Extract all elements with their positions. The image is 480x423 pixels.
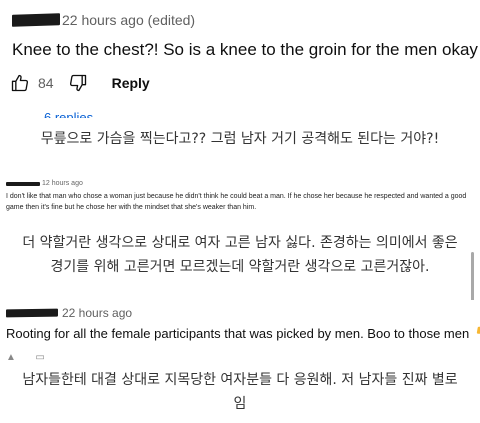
comment-text: Rooting for all the female participants …: [6, 326, 470, 341]
view-replies-link[interactable]: 6 replies: [44, 110, 93, 118]
comment-meta: 12 hours ago: [6, 180, 83, 187]
translation-1: 무릎으로 가슴을 찍는다고?? 그럼 남자 거기 공격해도 된다는 거야?!: [40, 131, 440, 147]
redacted-username: [12, 13, 60, 27]
thumbs-down-emoji-icon: [475, 325, 480, 342]
comment-meta: 22 hours ago (edited): [12, 12, 195, 28]
thumbs-down-icon[interactable]: [68, 73, 88, 93]
comment-screenshot-1: 22 hours ago (edited) Knee to the chest?…: [0, 0, 480, 118]
comment-timestamp: 12 hours ago: [42, 180, 83, 187]
translation-line: 경기를 위해 고른거면 모르겠는데 약할거란 생각으로 고른거잖아.: [50, 259, 430, 275]
translation-line: 더 약할거란 생각으로 상대로 여자 고른 남자 싫다. 존경하는 의미에서 좋…: [22, 235, 458, 251]
comment-text-row: Rooting for all the female participants …: [6, 325, 480, 342]
translation-line: 남자들한테 대결 상대로 지목당한 여자분들 다 응원해. 저 남자들 진짜 별…: [22, 372, 458, 388]
comment-meta: 22 hours ago: [6, 306, 132, 320]
translation-3: 남자들한테 대결 상대로 지목당한 여자분들 다 응원해. 저 남자들 진짜 별…: [0, 368, 480, 416]
thumbs-up-icon[interactable]: [10, 73, 30, 93]
like-count: 84: [38, 75, 54, 91]
redacted-username: [6, 181, 40, 186]
reply-button[interactable]: Reply: [112, 75, 150, 91]
translation-line: 임: [233, 396, 247, 412]
redacted-username: [6, 308, 58, 318]
comment-screenshot-2: 12 hours ago I don't like that man who c…: [0, 175, 480, 221]
comment-timestamp: 22 hours ago: [62, 306, 133, 320]
comment-timestamp: 22 hours ago (edited): [62, 12, 196, 28]
translation-2: 더 약할거란 생각으로 상대로 여자 고른 남자 싫다. 존경하는 의미에서 좋…: [0, 231, 480, 279]
comment-text: Knee to the chest?! So is a knee to the …: [12, 40, 480, 59]
comment-actions: 84 Reply: [10, 72, 150, 94]
comment-text: I don't like that man who chose a woman …: [6, 193, 467, 211]
cut-off-actions-row: ▲ ▭: [6, 352, 45, 360]
comment-screenshot-3: 22 hours ago Rooting for all the female …: [0, 300, 480, 360]
